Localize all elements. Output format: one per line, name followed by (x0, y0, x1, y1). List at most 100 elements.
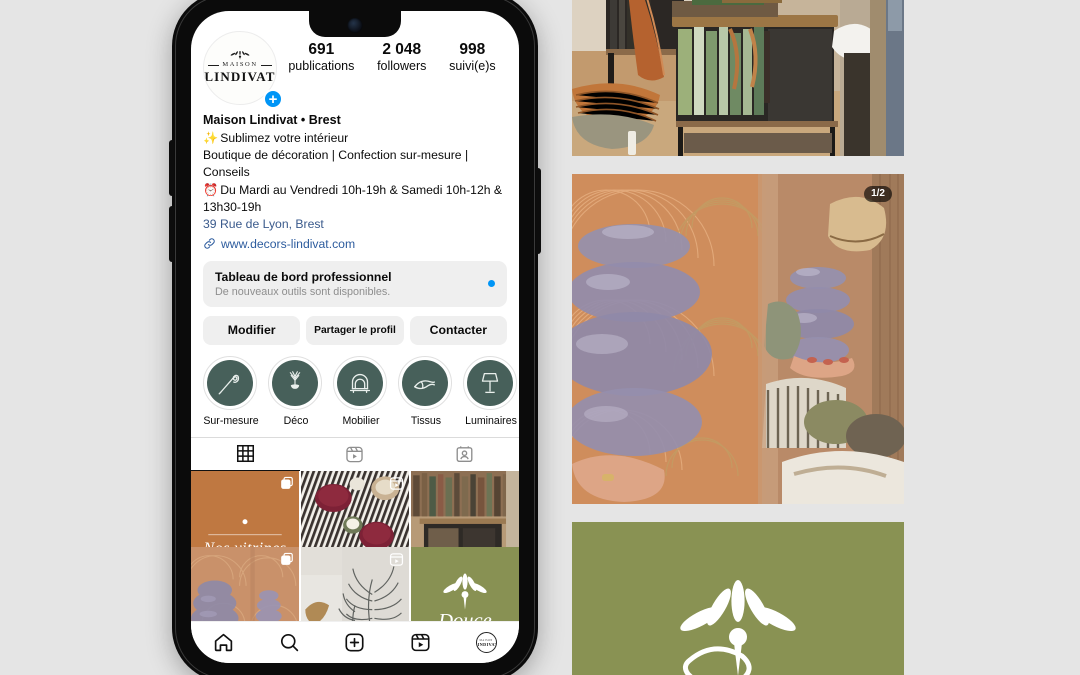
phone-screen: MAISON LINDIVAT + 691 publications 2 048… (191, 11, 519, 663)
stat-followers-count: 2 048 (382, 41, 422, 58)
post-palm-wallpaper[interactable] (301, 546, 409, 621)
tagged-icon (456, 446, 473, 462)
photo-glass-vase (572, 174, 904, 504)
stat-publications-count: 691 (308, 41, 335, 58)
post-caption: Douce (437, 610, 492, 621)
post-douce[interactable]: Douce (411, 546, 519, 621)
photo-shop-shelves (572, 0, 904, 156)
highlight-ring (463, 355, 517, 410)
bottom-navigation: MAISON LINDIVAT (191, 621, 519, 663)
page-root: MAISON LINDIVAT + 691 publications 2 048… (0, 0, 1080, 675)
home-icon (215, 633, 233, 652)
profile-display-name: Maison Lindivat • Brest (203, 113, 341, 127)
profile-website-row[interactable]: www.decors-lindivat.com (203, 237, 507, 251)
tab-tagged[interactable] (410, 438, 519, 471)
bio-line-3-text: Du Mardi au Vendredi 10h-19h & Samedi 10… (203, 182, 503, 215)
stat-followers[interactable]: 2 048 followers (377, 41, 426, 74)
right-photo-panel: 1/2 (572, 0, 904, 675)
add-story-button[interactable]: + (263, 89, 283, 109)
profile-tabs (191, 436, 519, 471)
bio-line-2: Boutique de décoration | Confection sur-… (203, 148, 469, 180)
phone-mockup: MAISON LINDIVAT + 691 publications 2 048… (169, 0, 541, 675)
volume-down-button[interactable] (169, 206, 174, 262)
dashboard-title: Tableau de bord professionnel (215, 269, 392, 284)
profile-stats: 691 publications 2 048 followers 998 sui… (277, 31, 507, 74)
avatar-brand-top: MAISON (208, 61, 272, 68)
highlight-ring (268, 355, 322, 410)
power-button[interactable] (536, 168, 541, 254)
stat-following-label: suivi(e)s (449, 58, 496, 73)
post-thumbnail: Douce (411, 546, 519, 621)
grid-icon (237, 445, 255, 463)
bio-line-1: ✨ Sublimez votre intérieur (203, 130, 507, 147)
needle-thread-icon (218, 374, 240, 395)
highlight-ring (333, 355, 387, 410)
flourish-icon (230, 51, 250, 60)
photo-card-shop-shelves[interactable] (572, 0, 904, 156)
contact-button[interactable]: Contacter (409, 315, 507, 345)
highlight-ring (203, 355, 257, 410)
highlight-cover (272, 359, 318, 406)
bio-line-3: ⏰ Du Mardi au Vendredi 10h-19h & Samedi 1… (203, 182, 507, 217)
reels-icon (389, 476, 404, 491)
photo-card-glass-vase[interactable]: 1/2 (572, 174, 904, 504)
carousel-icon (280, 476, 294, 490)
highlight-label: Déco (283, 414, 309, 427)
sparkles-emoji: ✨ (203, 130, 219, 145)
link-icon (204, 238, 215, 249)
profile-address[interactable]: 39 Rue de Lyon, Brest (203, 216, 507, 233)
search-icon (280, 633, 299, 652)
nav-search[interactable] (279, 632, 300, 653)
stat-followers-label: followers (377, 58, 427, 73)
dashboard-subtitle: De nouveaux outils sont disponibles. (215, 285, 391, 298)
reels-icon (346, 446, 364, 463)
highlight-luminaires[interactable]: Luminaires (463, 355, 519, 427)
stat-publications-label: publications (288, 58, 355, 73)
tab-grid[interactable] (191, 438, 301, 471)
profile-action-buttons: Modifier Partager le profil Contacter (203, 315, 507, 345)
instagram-profile-screen: MAISON LINDIVAT + 691 publications 2 048… (191, 11, 519, 663)
highlight-deco[interactable]: Déco (268, 355, 324, 427)
tab-reels[interactable] (300, 438, 409, 471)
fabric-fold-icon (414, 379, 436, 389)
highlight-ring (398, 355, 452, 410)
profile-website-url: www.decors-lindivat.com (221, 236, 356, 251)
share-profile-button[interactable]: Partager le profil (306, 315, 404, 345)
dashboard-notification-dot (488, 280, 495, 288)
alarm-clock-emoji: ⏰ (203, 182, 219, 197)
highlight-mobilier[interactable]: Mobilier (333, 355, 389, 427)
volume-up-button[interactable] (169, 140, 174, 196)
highlight-sur-mesure[interactable]: Sur-mesure (203, 355, 259, 427)
stat-following-count: 998 (459, 41, 486, 58)
stat-publications[interactable]: 691 publications (288, 41, 354, 74)
stat-following[interactable]: 998 suivi(e)s (449, 41, 496, 74)
reels-icon (411, 633, 430, 652)
highlight-cover (402, 359, 448, 406)
avatar-brand-bottom: LINDIVAT (204, 69, 276, 84)
reels-icon (389, 552, 404, 567)
profile-bio: Maison Lindivat • Brest ✨ Sublimez votre … (191, 105, 519, 251)
posts-grid: Nos vitrines (191, 470, 519, 621)
photo-card-brand-green[interactable] (572, 522, 904, 675)
nav-profile[interactable]: MAISON LINDIVAT (475, 632, 497, 653)
highlight-label: Luminaires (465, 414, 517, 427)
carousel-counter: 1/2 (864, 186, 892, 202)
nav-reels[interactable] (410, 632, 431, 653)
lamp-icon (481, 372, 499, 393)
professional-dashboard-card[interactable]: Tableau de bord professionnel De nouveau… (203, 260, 507, 307)
avatar[interactable]: MAISON LINDIVAT + (203, 31, 283, 109)
story-highlights: Sur-mesure Déco Mobilier Tissus Luminair… (191, 345, 519, 427)
nav-create[interactable] (344, 632, 365, 653)
front-camera-icon (347, 18, 363, 33)
nav-profile-brand-bottom: LINDIVAT (475, 641, 497, 647)
highlight-label: Sur-mesure (203, 414, 259, 427)
highlight-cover (467, 359, 513, 406)
highlight-tissus[interactable]: Tissus (398, 355, 454, 427)
highlight-cover (337, 359, 383, 406)
nav-home[interactable] (213, 632, 234, 653)
edit-profile-button[interactable]: Modifier (203, 315, 301, 345)
highlight-label: Tissus (410, 414, 442, 427)
photo-brand-green (572, 522, 904, 675)
highlight-cover (207, 359, 253, 406)
post-glass-vases[interactable] (191, 546, 299, 621)
